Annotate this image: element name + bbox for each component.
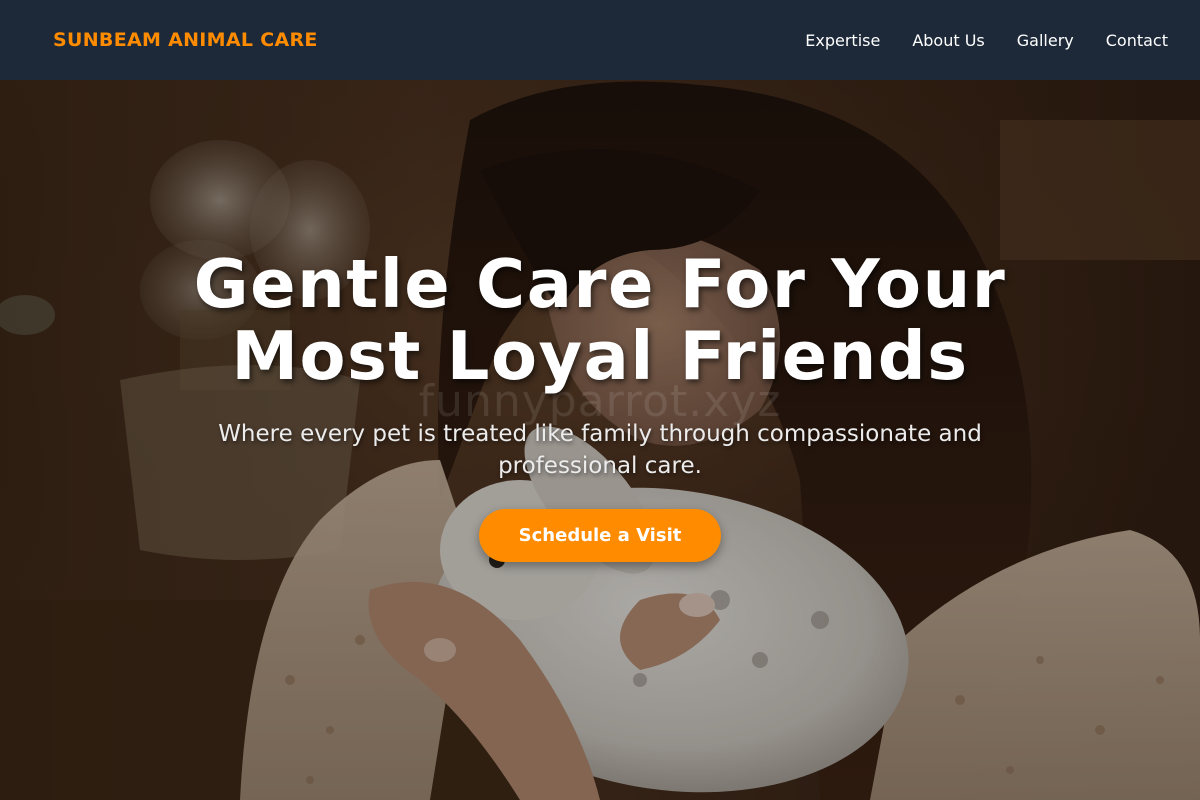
schedule-visit-button[interactable]: Schedule a Visit	[479, 509, 721, 562]
brand-logo-text[interactable]: SUNBEAM ANIMAL CARE	[53, 29, 318, 51]
nav-link-gallery[interactable]: Gallery	[1017, 31, 1074, 50]
nav-link-about-us[interactable]: About Us	[912, 31, 984, 50]
page: SUNBEAM ANIMAL CARE Expertise About Us G…	[0, 0, 1200, 800]
nav-link-expertise[interactable]: Expertise	[805, 31, 880, 50]
nav-links: Expertise About Us Gallery Contact	[773, 31, 1168, 50]
hero-title-line-2: Most Loyal Friends	[231, 317, 969, 395]
hero-section: funnyparrot.xyz Gentle Care For Your Mos…	[0, 80, 1200, 800]
hero-title-line-1: Gentle Care For Your	[193, 245, 1007, 323]
hero-content: Gentle Care For Your Most Loyal Friends …	[0, 80, 1200, 800]
hero-title: Gentle Care For Your Most Loyal Friends	[0, 248, 1200, 392]
top-navbar: SUNBEAM ANIMAL CARE Expertise About Us G…	[0, 0, 1200, 80]
hero-subtitle: Where every pet is treated like family t…	[218, 421, 982, 479]
nav-link-contact[interactable]: Contact	[1106, 31, 1168, 50]
